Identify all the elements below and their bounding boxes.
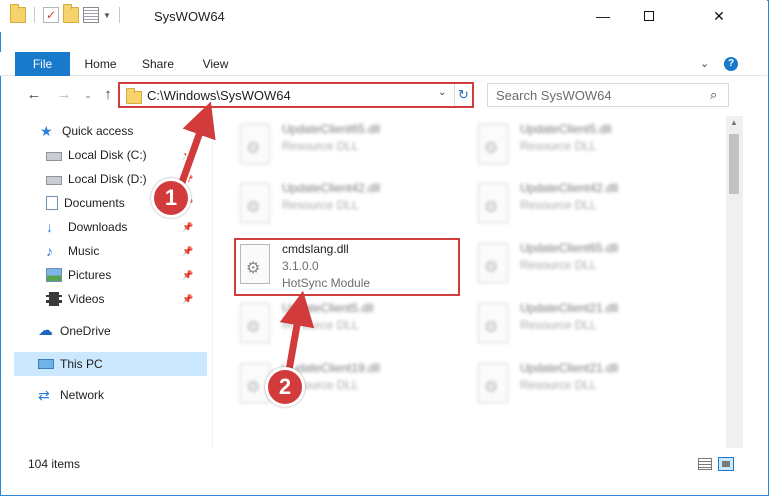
annotation-arrows <box>174 101 315 378</box>
arrow-1 <box>176 101 216 190</box>
step-2-callout: 2 <box>265 367 305 407</box>
step-1-callout: 1 <box>151 178 191 218</box>
